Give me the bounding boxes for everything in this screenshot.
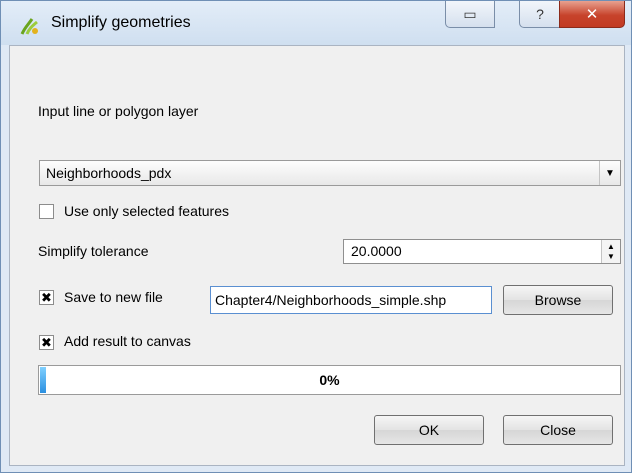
restore-icon: ▭ bbox=[463, 5, 477, 22]
ok-button[interactable]: OK bbox=[374, 415, 484, 445]
input-layer-value: Neighborhoods_pdx bbox=[46, 165, 172, 181]
output-file-input[interactable]: Chapter4/Neighborhoods_simple.shp bbox=[210, 286, 492, 314]
window-close-button[interactable]: ✕ bbox=[559, 1, 625, 28]
close-button[interactable]: Close bbox=[503, 415, 613, 445]
tolerance-label: Simplify tolerance bbox=[38, 243, 149, 259]
progress-text: 0% bbox=[319, 372, 340, 388]
selected-only-label: Use only selected features bbox=[64, 203, 229, 219]
add-canvas-checkbox[interactable]: ✖ bbox=[39, 335, 54, 350]
add-canvas-label: Add result to canvas bbox=[64, 333, 191, 349]
tolerance-spinbox[interactable]: 20.0000 ▲ ▼ bbox=[343, 239, 621, 264]
restore-button[interactable]: ▭ bbox=[445, 1, 495, 28]
browse-button[interactable]: Browse bbox=[503, 285, 613, 315]
simplify-plugin-icon bbox=[20, 18, 38, 35]
output-file-value: Chapter4/Neighborhoods_simple.shp bbox=[215, 292, 447, 308]
title-bar[interactable]: Simplify geometries ▭ ? ✕ bbox=[1, 1, 631, 45]
progress-bar: 0% bbox=[38, 365, 621, 395]
ok-label: OK bbox=[418, 422, 440, 438]
browse-label: Browse bbox=[534, 292, 582, 308]
selected-only-checkbox[interactable] bbox=[39, 204, 54, 219]
chevron-down-icon[interactable]: ▼ bbox=[599, 161, 620, 185]
dialog-body: Input line or polygon layer Neighborhood… bbox=[9, 45, 625, 466]
tolerance-value: 20.0000 bbox=[351, 243, 402, 259]
save-label: Save to new file bbox=[64, 289, 163, 305]
dialog-window: Simplify geometries ▭ ? ✕ Input line or … bbox=[0, 0, 632, 473]
window-title: Simplify geometries bbox=[51, 14, 191, 31]
input-layer-label: Input line or polygon layer bbox=[38, 103, 199, 119]
save-checkbox[interactable]: ✖ bbox=[39, 290, 54, 305]
input-layer-select[interactable]: Neighborhoods_pdx ▼ bbox=[39, 160, 621, 186]
help-icon: ? bbox=[536, 6, 544, 22]
close-label: Close bbox=[540, 422, 576, 438]
close-icon: ✕ bbox=[585, 6, 599, 23]
help-button[interactable]: ? bbox=[519, 1, 561, 28]
spin-arrows-icon[interactable]: ▲ ▼ bbox=[601, 240, 620, 263]
